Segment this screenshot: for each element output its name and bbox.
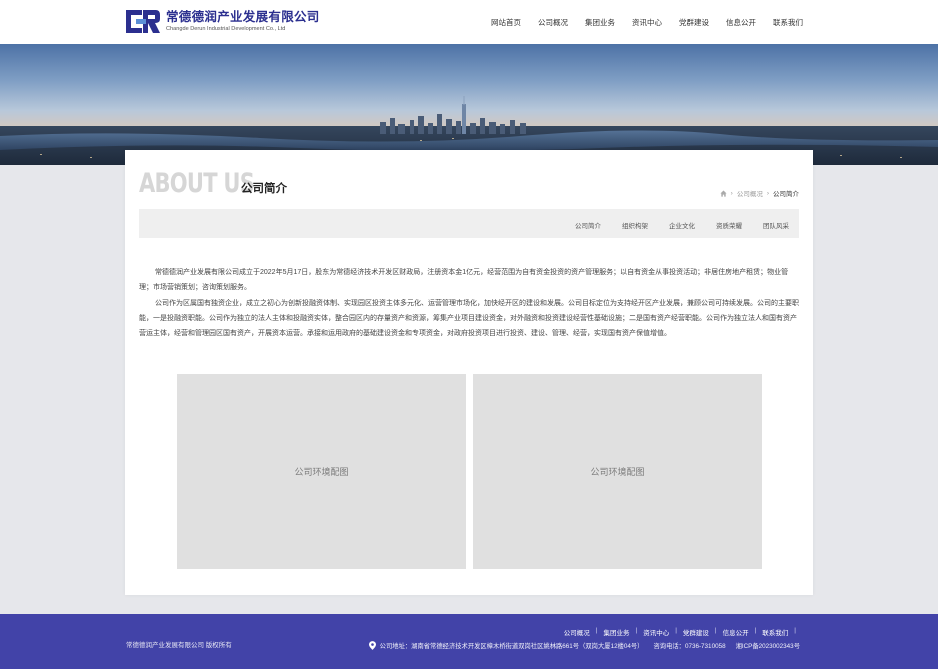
copyright-text: 常德德润产业发展有限公司 版权所有 xyxy=(126,642,232,649)
subnav-item-honors[interactable]: 资质荣耀 xyxy=(716,220,742,230)
hero-banner xyxy=(0,44,938,165)
footer-address: 公司地址：湖南省常德经济技术开发区樟木桥街道双岗社区姚林路661号（双岗大厦12… xyxy=(379,643,644,650)
image-placeholder-label: 公司环境配图 xyxy=(590,467,645,477)
image-placeholder-label: 公司环境配图 xyxy=(294,467,349,477)
main-nav: 网站首页 公司概况 集团业务 资讯中心 党群建设 信息公开 联系我们 xyxy=(474,17,803,28)
footer-separator: | xyxy=(595,627,598,634)
footer-links: 公司概况 | 集团业务 | 资讯中心 | 党群建设 | 信息公开 | 联系我们 … xyxy=(564,627,802,637)
footer-separator: | xyxy=(675,627,677,634)
footer-phone: 咨询电话：0736-7310058 xyxy=(653,643,726,650)
breadcrumb-separator: › xyxy=(766,189,769,197)
sub-nav: 公司简介 组织构架 企业文化 资质荣耀 团队风采 xyxy=(139,209,799,238)
nav-item-business[interactable]: 集团业务 xyxy=(585,17,615,28)
footer-separator: | xyxy=(635,627,638,634)
footer-link-news[interactable]: 资讯中心 xyxy=(643,627,669,637)
subnav-item-intro[interactable]: 公司简介 xyxy=(575,220,601,230)
footer-separator: | xyxy=(754,627,757,634)
article-body: 常德德润产业发展有限公司成立于2022年5月17日，股东为常德经济技术开发区财政… xyxy=(139,265,799,341)
nav-item-contact[interactable]: 联系我们 xyxy=(773,17,803,28)
footer-link-overview[interactable]: 公司概况 xyxy=(564,627,590,637)
article-paragraph: 公司作为区属国有独资企业，成立之初心为创新投融资体制、实现园区投资主体多元化、运… xyxy=(139,299,799,338)
footer-icp[interactable]: 湘ICP备2023002343号 xyxy=(736,641,800,650)
company-logo-icon xyxy=(126,10,160,33)
environment-image-2: 公司环境配图 xyxy=(473,374,762,569)
footer-separator: | xyxy=(714,627,717,634)
footer-contact-info: 公司地址：湖南省常德经济技术开发区樟木桥街道双岗社区姚林路661号（双岗大厦12… xyxy=(368,641,800,650)
footer-link-party[interactable]: 党群建设 xyxy=(683,627,709,637)
site-footer: 常德德润产业发展有限公司 版权所有 公司概况 | 集团业务 | 资讯中心 | 党… xyxy=(0,614,938,669)
content-panel: ABOUT US 公司简介 › 公司概况 › 公司简介 公司简介 组织构架 企业… xyxy=(125,150,813,595)
city-skyline-image xyxy=(0,96,938,165)
footer-link-business[interactable]: 集团业务 xyxy=(603,627,629,637)
home-icon[interactable] xyxy=(720,189,727,197)
footer-separator: | xyxy=(794,627,796,634)
subnav-item-structure[interactable]: 组织构架 xyxy=(622,220,648,230)
nav-item-overview[interactable]: 公司概况 xyxy=(538,17,568,28)
section-title-en: ABOUT US xyxy=(139,168,255,199)
footer-link-disclosure[interactable]: 信息公开 xyxy=(723,627,749,637)
nav-item-disclosure[interactable]: 信息公开 xyxy=(726,17,756,28)
nav-item-party[interactable]: 党群建设 xyxy=(679,17,709,28)
site-header: 常德德润产业发展有限公司 Changde Derun Industrial De… xyxy=(0,0,938,44)
breadcrumb-item-overview[interactable]: 公司概况 xyxy=(737,188,763,198)
footer-link-contact[interactable]: 联系我们 xyxy=(762,627,788,637)
subnav-item-culture[interactable]: 企业文化 xyxy=(669,220,695,230)
breadcrumb-separator: › xyxy=(730,189,733,197)
environment-image-1: 公司环境配图 xyxy=(177,374,466,569)
article-paragraph: 常德德润产业发展有限公司成立于2022年5月17日，股东为常德经济技术开发区财政… xyxy=(139,269,789,292)
breadcrumb: › 公司概况 › 公司简介 xyxy=(720,188,799,198)
nav-item-news[interactable]: 资讯中心 xyxy=(632,17,662,28)
breadcrumb-item-current: 公司简介 xyxy=(773,191,799,198)
nav-item-home[interactable]: 网站首页 xyxy=(491,17,521,28)
company-name-cn: 常德德润产业发展有限公司 xyxy=(166,10,320,24)
page-title: 公司简介 xyxy=(241,183,287,195)
subnav-item-team[interactable]: 团队风采 xyxy=(763,220,789,230)
company-name-en: Changde Derun Industrial Development Co.… xyxy=(166,26,286,32)
location-pin-icon xyxy=(368,641,376,650)
logo[interactable]: 常德德润产业发展有限公司 Changde Derun Industrial De… xyxy=(126,9,320,34)
